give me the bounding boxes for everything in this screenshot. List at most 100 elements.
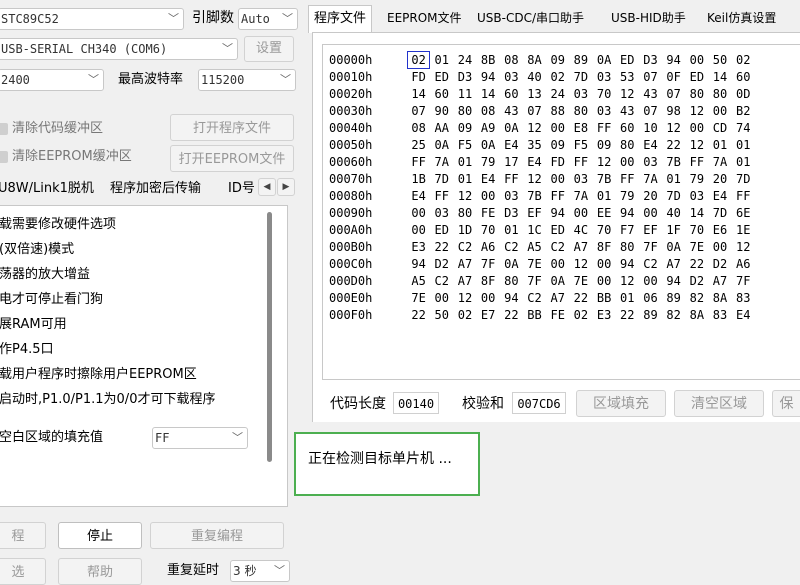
hex-byte[interactable]: 00 — [685, 119, 708, 137]
hex-byte[interactable]: 7B — [662, 153, 685, 171]
hex-byte[interactable]: 0A — [593, 51, 616, 69]
hex-byte[interactable]: 43 — [616, 102, 639, 120]
hex-byte[interactable]: D2 — [685, 272, 708, 290]
hex-byte[interactable]: FF — [732, 187, 755, 205]
option-item[interactable]: 载用户程序时擦除用户EEPROM区 — [0, 365, 197, 385]
hex-byte[interactable]: E6 — [708, 221, 731, 239]
hex-byte[interactable]: 7D — [569, 68, 592, 86]
hex-byte[interactable]: 80 — [500, 272, 523, 290]
help-button[interactable]: 帮助 — [58, 558, 142, 585]
hex-byte[interactable]: 00 — [639, 204, 662, 222]
hex-byte[interactable]: 94 — [546, 204, 569, 222]
hex-byte[interactable]: D2 — [708, 255, 731, 273]
hex-byte[interactable]: ED — [616, 51, 639, 69]
hex-byte[interactable]: 08 — [477, 102, 500, 120]
hex-byte[interactable]: 8B — [477, 51, 500, 69]
hex-byte[interactable]: 01 — [593, 187, 616, 205]
hex-byte[interactable]: 7D — [662, 187, 685, 205]
hex-byte[interactable]: A6 — [477, 238, 500, 256]
hex-byte[interactable]: 03 — [569, 85, 592, 103]
clear-code-checkbox[interactable]: 清除代码缓冲区 — [0, 119, 103, 139]
hex-byte[interactable]: 03 — [593, 68, 616, 86]
hex-byte[interactable]: EF — [523, 204, 546, 222]
hex-byte[interactable]: 60 — [430, 85, 453, 103]
hex-byte[interactable]: 7F — [732, 272, 755, 290]
tab-id[interactable]: ID号 — [228, 178, 255, 200]
hex-byte[interactable]: 0A — [500, 119, 523, 137]
hex-byte[interactable]: 00 — [639, 272, 662, 290]
hex-byte[interactable]: A7 — [546, 289, 569, 307]
hex-byte[interactable]: 00 — [407, 204, 430, 222]
hex-byte[interactable]: 00 — [708, 102, 731, 120]
hex-byte[interactable]: 7B — [593, 170, 616, 188]
hex-byte[interactable]: 03 — [639, 153, 662, 171]
hex-byte[interactable]: A7 — [569, 238, 592, 256]
hex-byte[interactable]: C2 — [453, 238, 476, 256]
hex-byte[interactable]: 01 — [616, 289, 639, 307]
hex-byte[interactable]: 88 — [546, 102, 569, 120]
hex-byte[interactable]: 7A — [569, 187, 592, 205]
tab-scroll-right-button[interactable]: ▶ — [277, 178, 295, 196]
hex-byte[interactable]: E3 — [593, 306, 616, 324]
hex-byte[interactable]: 60 — [732, 68, 755, 86]
hex-byte[interactable]: 0A — [477, 136, 500, 154]
hex-byte[interactable]: 08 — [407, 119, 430, 137]
hex-byte[interactable]: 12 — [616, 272, 639, 290]
hex-byte[interactable]: A6 — [732, 255, 755, 273]
hex-byte[interactable]: 7E — [407, 289, 430, 307]
fill-value-select[interactable]: FF ﹀ — [152, 427, 248, 449]
hex-byte[interactable]: 10 — [639, 119, 662, 137]
hex-byte[interactable]: 40 — [662, 204, 685, 222]
hex-byte[interactable]: 8F — [477, 272, 500, 290]
hex-byte[interactable]: 00 — [407, 221, 430, 239]
hex-byte[interactable]: 94 — [477, 68, 500, 86]
hex-byte[interactable]: A7 — [662, 255, 685, 273]
clear-region-button[interactable]: 清空区域 — [674, 390, 764, 417]
hex-byte[interactable]: 1C — [523, 221, 546, 239]
hex-byte[interactable]: 22 — [569, 289, 592, 307]
hex-byte[interactable]: F7 — [616, 221, 639, 239]
hex-byte[interactable]: 02 — [546, 68, 569, 86]
hex-byte[interactable]: D3 — [639, 51, 662, 69]
hex-byte[interactable]: FF — [569, 153, 592, 171]
hex-byte[interactable]: 7A — [708, 153, 731, 171]
hex-byte[interactable]: 02 — [569, 306, 592, 324]
hex-byte[interactable]: FD — [546, 153, 569, 171]
hex-byte[interactable]: 03 — [685, 187, 708, 205]
hex-byte[interactable]: 70 — [593, 221, 616, 239]
settings-button[interactable]: 设置 — [244, 36, 294, 62]
hex-byte[interactable]: 0D — [732, 85, 755, 103]
hex-byte[interactable]: 17 — [500, 153, 523, 171]
clear-eeprom-checkbox[interactable]: 清除EEPROM缓冲区 — [0, 147, 132, 167]
hex-byte[interactable]: E4 — [732, 306, 755, 324]
hex-byte[interactable]: 50 — [430, 306, 453, 324]
hex-byte[interactable]: 01 — [662, 170, 685, 188]
hex-byte[interactable]: 02 — [453, 306, 476, 324]
hex-byte[interactable]: 12 — [453, 289, 476, 307]
hex-byte[interactable]: 94 — [662, 51, 685, 69]
hex-byte[interactable]: 0F — [662, 68, 685, 86]
hex-byte[interactable]: FF — [616, 170, 639, 188]
hex-byte[interactable]: ED — [546, 221, 569, 239]
hex-byte[interactable]: 12 — [523, 119, 546, 137]
hex-byte[interactable]: FD — [407, 68, 430, 86]
open-program-button[interactable]: 打开程序文件 — [170, 114, 294, 141]
hex-byte[interactable]: 24 — [453, 51, 476, 69]
tab-encrypted-transfer[interactable]: 程序加密后传输 — [110, 178, 201, 200]
hex-byte[interactable]: 79 — [685, 170, 708, 188]
hex-byte[interactable]: FF — [407, 153, 430, 171]
option-item[interactable]: (双倍速)模式 — [0, 240, 74, 260]
hex-byte[interactable]: 7A — [639, 170, 662, 188]
hex-byte[interactable]: 09 — [453, 119, 476, 137]
hex-byte[interactable]: 00 — [708, 238, 731, 256]
hex-byte[interactable]: 12 — [616, 85, 639, 103]
hex-byte[interactable]: D2 — [430, 255, 453, 273]
hex-byte[interactable]: 7F — [523, 272, 546, 290]
hex-byte[interactable]: 98 — [662, 102, 685, 120]
hex-byte[interactable]: 7A — [430, 153, 453, 171]
baud-min-select[interactable]: 2400 ﹀ — [0, 69, 104, 91]
hex-byte[interactable]: A7 — [453, 272, 476, 290]
hex-byte[interactable]: 6E — [732, 204, 755, 222]
hex-byte[interactable]: 25 — [407, 136, 430, 154]
hex-byte[interactable]: 1F — [662, 221, 685, 239]
